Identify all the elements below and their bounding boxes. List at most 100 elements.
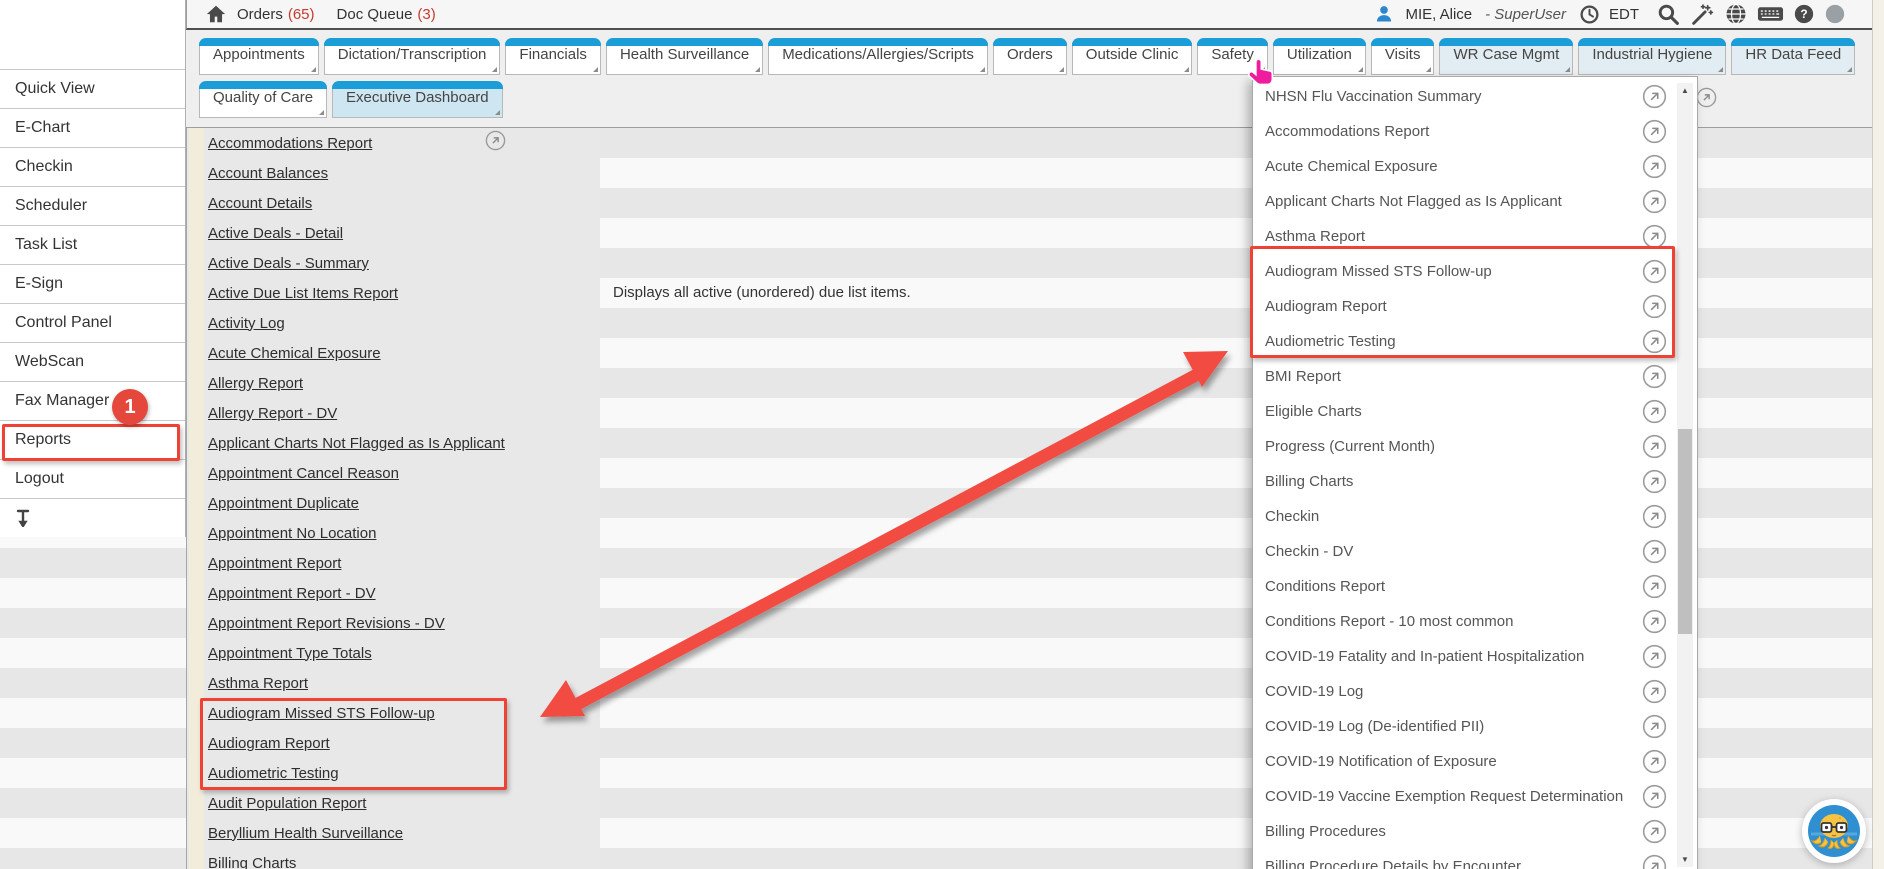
open-in-new-icon[interactable] — [1642, 749, 1667, 774]
visits-menu-item[interactable]: Conditions Report - 10 most common — [1253, 604, 1673, 639]
visits-menu-item[interactable]: Applicant Charts Not Flagged as Is Appli… — [1253, 184, 1673, 219]
scroll-up-button[interactable]: ▲ — [1677, 83, 1693, 98]
clock-icon[interactable] — [1579, 4, 1600, 25]
sidebar-item[interactable]: Task List — [0, 225, 185, 264]
tab[interactable]: Visits — [1371, 38, 1435, 75]
dropdown-scrollbar[interactable]: ▲ ▼ — [1677, 83, 1693, 867]
report-link[interactable]: Appointment Report — [208, 555, 341, 572]
open-in-new-icon[interactable] — [1642, 504, 1667, 529]
scroll-down-button[interactable]: ▼ — [1677, 852, 1693, 867]
visits-menu-item[interactable]: COVID-19 Vaccine Exemption Request Deter… — [1253, 779, 1673, 814]
external-link-icon[interactable] — [1696, 87, 1717, 108]
tab[interactable]: Executive Dashboard — [332, 81, 503, 118]
open-in-new-icon[interactable] — [1642, 819, 1667, 844]
tab[interactable]: Industrial Hygiene — [1578, 38, 1726, 75]
tab[interactable]: Medications/Allergies/Scripts — [768, 38, 988, 75]
search-icon[interactable] — [1656, 2, 1681, 27]
home-icon[interactable] — [205, 3, 227, 25]
report-link[interactable]: Active Deals - Detail — [208, 225, 343, 242]
open-in-new-icon[interactable] — [1642, 189, 1667, 214]
tab[interactable]: Quality of Care — [199, 81, 327, 118]
visits-menu-item[interactable]: Conditions Report — [1253, 569, 1673, 604]
scrollbar-thumb[interactable] — [1678, 429, 1692, 634]
report-link[interactable]: Appointment No Location — [208, 525, 376, 542]
tab[interactable]: Utilization — [1273, 38, 1366, 75]
report-link[interactable]: Allergy Report — [208, 375, 303, 392]
tab[interactable]: Outside Clinic — [1072, 38, 1193, 75]
report-link[interactable]: Active Deals - Summary — [208, 255, 369, 272]
globe-icon[interactable] — [1724, 2, 1748, 26]
open-in-new-icon[interactable] — [1642, 644, 1667, 669]
report-link[interactable]: Appointment Cancel Reason — [208, 465, 399, 482]
visits-menu-item[interactable]: COVID-19 Log (De-identified PII) — [1253, 709, 1673, 744]
open-in-new-icon[interactable] — [1642, 119, 1667, 144]
wand-icon[interactable] — [1690, 2, 1715, 27]
open-in-new-icon[interactable] — [1642, 714, 1667, 739]
visits-menu-item[interactable]: BMI Report — [1253, 359, 1673, 394]
open-in-new-icon[interactable] — [1642, 434, 1667, 459]
sidebar-item[interactable]: Control Panel — [0, 303, 185, 342]
sidebar-item[interactable]: Quick View — [0, 69, 185, 108]
sidebar-item[interactable]: E-Chart — [0, 108, 185, 147]
open-in-new-icon[interactable] — [1642, 539, 1667, 564]
report-link[interactable]: Accommodations Report — [208, 135, 372, 152]
visits-menu-item[interactable]: Progress (Current Month) — [1253, 429, 1673, 464]
sidebar-item[interactable]: Checkin — [0, 147, 185, 186]
pin-icon[interactable] — [15, 509, 31, 527]
page-scrollbar[interactable] — [1872, 0, 1884, 869]
open-in-new-icon[interactable] — [1642, 574, 1667, 599]
help-mascot-button[interactable] — [1802, 799, 1866, 863]
report-link[interactable]: Acute Chemical Exposure — [208, 345, 381, 362]
visits-menu-item[interactable]: COVID-19 Log — [1253, 674, 1673, 709]
sidebar-item[interactable]: E-Sign — [0, 264, 185, 303]
tab[interactable]: HR Data Feed — [1731, 38, 1855, 75]
report-link[interactable]: Audit Population Report — [208, 795, 366, 812]
tab[interactable]: Financials — [505, 38, 601, 75]
open-in-new-icon[interactable] — [1642, 399, 1667, 424]
report-link[interactable]: Appointment Duplicate — [208, 495, 359, 512]
open-in-new-icon[interactable] — [1642, 469, 1667, 494]
visits-menu-item[interactable]: Acute Chemical Exposure — [1253, 149, 1673, 184]
open-in-new-icon[interactable] — [1642, 679, 1667, 704]
open-in-new-icon[interactable] — [1642, 784, 1667, 809]
report-link[interactable]: Appointment Report - DV — [208, 585, 376, 602]
report-link[interactable]: Allergy Report - DV — [208, 405, 337, 422]
visits-menu-item[interactable]: Checkin - DV — [1253, 534, 1673, 569]
keyboard-icon[interactable] — [1757, 3, 1784, 25]
visits-menu-item[interactable]: Billing Procedures — [1253, 814, 1673, 849]
report-link[interactable]: Billing Charts — [208, 855, 296, 869]
top-nav-item[interactable]: Doc Queue (3) — [337, 6, 436, 23]
open-in-new-icon[interactable] — [1642, 854, 1667, 869]
visits-menu-item[interactable]: COVID-19 Fatality and In-patient Hospita… — [1253, 639, 1673, 674]
tab[interactable]: Orders — [993, 38, 1067, 75]
report-link[interactable]: Active Due List Items Report — [208, 285, 398, 302]
report-link[interactable]: Account Details — [208, 195, 312, 212]
visits-menu-item[interactable]: Eligible Charts — [1253, 394, 1673, 429]
top-nav-item[interactable]: Orders (65) — [237, 6, 315, 23]
visits-menu-item[interactable]: COVID-19 Notification of Exposure — [1253, 744, 1673, 779]
report-link[interactable]: Appointment Type Totals — [208, 645, 372, 662]
open-in-new-icon[interactable] — [1642, 154, 1667, 179]
open-in-new-icon[interactable] — [1642, 364, 1667, 389]
tab[interactable]: WR Case Mgmt — [1439, 38, 1573, 75]
report-link[interactable]: Appointment Report Revisions - DV — [208, 615, 445, 632]
sidebar-item[interactable]: Fax Manager — [0, 381, 185, 420]
open-in-new-icon[interactable] — [1642, 84, 1667, 109]
visits-menu-item[interactable]: Billing Charts — [1253, 464, 1673, 499]
open-in-new-icon[interactable] — [1642, 609, 1667, 634]
report-link[interactable]: Applicant Charts Not Flagged as Is Appli… — [208, 435, 505, 452]
tab[interactable]: Appointments — [199, 38, 319, 75]
sidebar-item[interactable]: Scheduler — [0, 186, 185, 225]
visits-menu-item[interactable]: NHSN Flu Vaccination Summary — [1253, 79, 1673, 114]
tab[interactable]: Health Surveillance — [606, 38, 763, 75]
help-icon[interactable]: ? — [1793, 3, 1815, 25]
external-link-icon[interactable] — [485, 130, 506, 151]
report-link[interactable]: Activity Log — [208, 315, 285, 332]
sidebar-item[interactable]: Logout — [0, 459, 185, 498]
report-link[interactable]: Beryllium Health Surveillance — [208, 825, 403, 842]
tab[interactable]: Dictation/Transcription — [324, 38, 501, 75]
sidebar-item[interactable]: WebScan — [0, 342, 185, 381]
report-link[interactable]: Account Balances — [208, 165, 328, 182]
user-name[interactable]: MIE, Alice — [1405, 6, 1472, 23]
visits-menu-item[interactable]: Billing Procedure Details by Encounter — [1253, 849, 1673, 869]
